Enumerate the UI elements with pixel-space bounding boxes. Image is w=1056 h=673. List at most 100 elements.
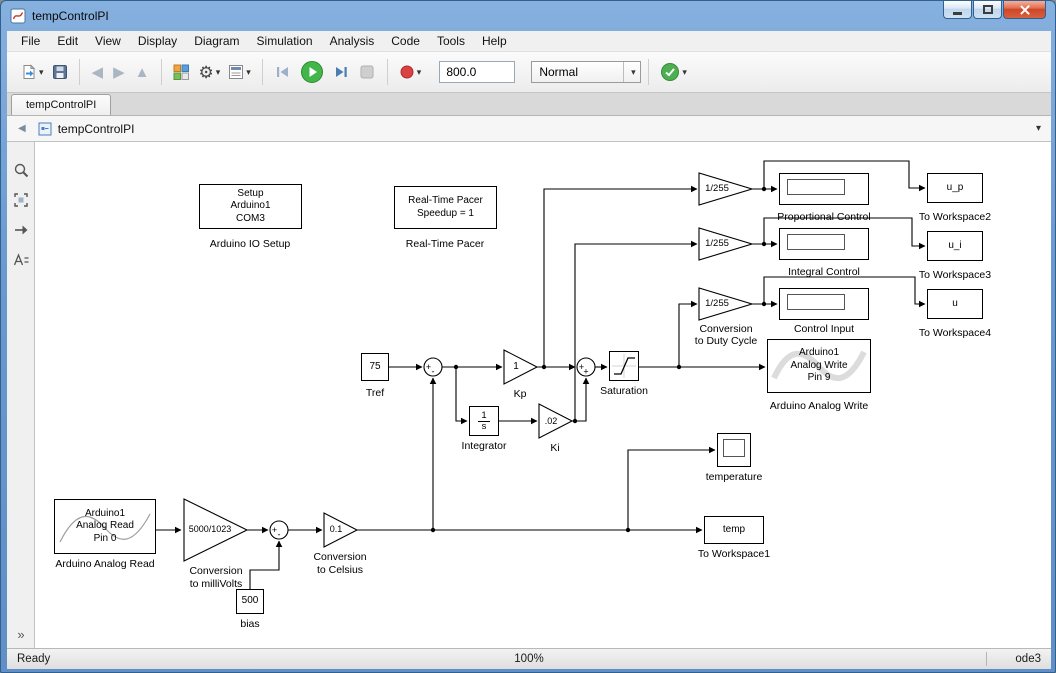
model-configuration-button[interactable]: ▾: [224, 61, 255, 83]
close-button[interactable]: [1003, 1, 1046, 19]
block-text: Arduino1: [230, 200, 271, 212]
menu-analysis[interactable]: Analysis: [322, 32, 383, 50]
block-saturation[interactable]: [609, 351, 639, 381]
scope-screen: [723, 439, 745, 457]
menu-edit[interactable]: Edit: [49, 32, 86, 50]
sum1-bottom-sign: -: [432, 367, 435, 377]
integrator-denominator: s: [481, 420, 487, 432]
title-bar[interactable]: tempControlPI: [1, 1, 1055, 31]
settings-caret-icon: ▾: [215, 66, 221, 77]
signal-lines: + - + + + -: [156, 160, 926, 589]
new-model-caret-icon: ▾: [39, 66, 44, 77]
minimize-button[interactable]: [943, 1, 972, 19]
step-forward-icon: [335, 67, 347, 77]
fit-view-icon: [14, 193, 28, 207]
block-bias-constant[interactable]: 500: [236, 589, 264, 614]
block-arduino-analog-write[interactable]: Arduino1 Analog Write Pin 9: [767, 339, 871, 393]
block-display-proportional[interactable]: [779, 173, 869, 205]
chevrons-icon: »: [17, 627, 25, 642]
gain-value: .02: [544, 416, 558, 426]
simulation-mode-select[interactable]: Normal ▾: [531, 61, 642, 83]
menu-code[interactable]: Code: [383, 32, 428, 50]
save-button[interactable]: [48, 61, 72, 83]
model-canvas[interactable]: + - + + + - Setup Arduino1 COM3 Arduino …: [35, 142, 1051, 648]
simulation-stop-time-input[interactable]: [439, 61, 516, 83]
gear-icon: ⚙: [198, 62, 214, 82]
block-integrator[interactable]: 1 s: [469, 406, 499, 436]
save-icon: [52, 65, 67, 79]
record-button[interactable]: ▾: [395, 61, 426, 83]
breadcrumb-dropdown-button[interactable]: ▾: [1036, 123, 1041, 134]
sum-block-2[interactable]: + +: [576, 357, 596, 377]
block-label: Proportional Control: [777, 211, 871, 223]
block-real-time-pacer[interactable]: Real-Time Pacer Speedup = 1: [394, 186, 497, 229]
stop-button[interactable]: [354, 61, 380, 83]
settings-button[interactable]: ⚙ ▾: [194, 61, 224, 84]
menu-display[interactable]: Display: [130, 32, 185, 50]
menu-help[interactable]: Help: [474, 32, 515, 50]
menu-file[interactable]: File: [13, 32, 48, 50]
block-text: Real-Time Pacer: [408, 195, 483, 206]
run-button[interactable]: [296, 57, 328, 87]
expand-palette-button[interactable]: »: [7, 627, 35, 642]
step-forward-button[interactable]: [328, 61, 354, 83]
main-area: » + - + + + - Setup Arduino1 COM3 Arduin…: [7, 142, 1051, 648]
block-label: to Duty Cycle: [694, 335, 758, 347]
minimize-icon: [953, 11, 962, 15]
model-advisor-button[interactable]: ▾: [656, 59, 691, 85]
block-arduino-io-setup[interactable]: Setup Arduino1 COM3: [199, 184, 302, 229]
sum-block-1[interactable]: + -: [423, 357, 443, 377]
mode-caret-icon: ▾: [631, 66, 636, 77]
block-text: Setup: [237, 187, 264, 199]
menu-diagram[interactable]: Diagram: [186, 32, 247, 50]
block-label: bias: [240, 618, 260, 630]
block-label: Arduino IO Setup: [209, 238, 291, 250]
block-display-control-input[interactable]: [779, 288, 869, 320]
hide-browser-button[interactable]: ◀: [14, 121, 30, 136]
stop-icon: [360, 65, 374, 79]
block-arduino-analog-read[interactable]: Arduino1 Analog Read Pin 0: [54, 499, 156, 554]
model-config-icon: [229, 65, 244, 79]
solver-name[interactable]: ode3: [1015, 653, 1041, 665]
breadcrumb[interactable]: tempControlPI: [58, 122, 135, 136]
new-model-button[interactable]: ▾: [17, 61, 48, 83]
forward-icon: ▶: [113, 64, 125, 81]
menu-bar: File Edit View Display Diagram Simulatio…: [7, 31, 1051, 52]
block-display-integral[interactable]: [779, 228, 869, 260]
block-text: Pin 9: [807, 372, 831, 384]
forward-button[interactable]: ▶: [108, 63, 130, 81]
block-tref-constant[interactable]: 75: [361, 353, 389, 381]
sum-block-3[interactable]: + -: [269, 520, 289, 540]
collapse-icon: ◀: [18, 123, 26, 134]
up-button[interactable]: ▲: [130, 64, 155, 81]
mode-dropdown-button[interactable]: ▾: [623, 62, 640, 82]
menu-simulation[interactable]: Simulation: [249, 32, 321, 50]
block-text: u: [952, 297, 958, 309]
sum2-bottom-sign: +: [583, 367, 588, 377]
block-label: To Workspace2: [918, 211, 992, 223]
advisor-caret-icon: ▾: [682, 66, 687, 77]
integrator-numerator: 1: [478, 410, 490, 422]
maximize-button[interactable]: [973, 1, 1002, 19]
step-back-button[interactable]: [270, 61, 296, 83]
back-button[interactable]: ◀: [87, 63, 109, 81]
tab-tempcontrolpi[interactable]: tempControlPI: [11, 94, 112, 115]
fit-view-button[interactable]: [7, 188, 35, 212]
block-text: u_p: [946, 181, 964, 193]
zoom-button[interactable]: [7, 158, 35, 182]
direction-button[interactable]: [7, 218, 35, 242]
block-label: to milliVolts: [189, 578, 243, 590]
block-scope-temperature[interactable]: [717, 433, 751, 467]
menu-tools[interactable]: Tools: [429, 32, 473, 50]
toolbar-separator: [161, 59, 163, 85]
block-to-workspace4[interactable]: u: [927, 289, 983, 319]
block-to-workspace2[interactable]: u_p: [927, 173, 983, 203]
menu-view[interactable]: View: [87, 32, 129, 50]
library-browser-button[interactable]: [169, 61, 194, 83]
annotation-button[interactable]: [7, 248, 35, 272]
block-to-workspace1[interactable]: temp: [704, 516, 764, 544]
toolbar: ▾ ◀ ▶ ▲ ⚙ ▾ ▾ ▾ 800.0 Normal ▾ ▾: [7, 52, 1051, 93]
record-icon: [400, 65, 414, 79]
block-to-workspace3[interactable]: u_i: [927, 231, 983, 261]
block-label: To Workspace1: [697, 548, 771, 560]
